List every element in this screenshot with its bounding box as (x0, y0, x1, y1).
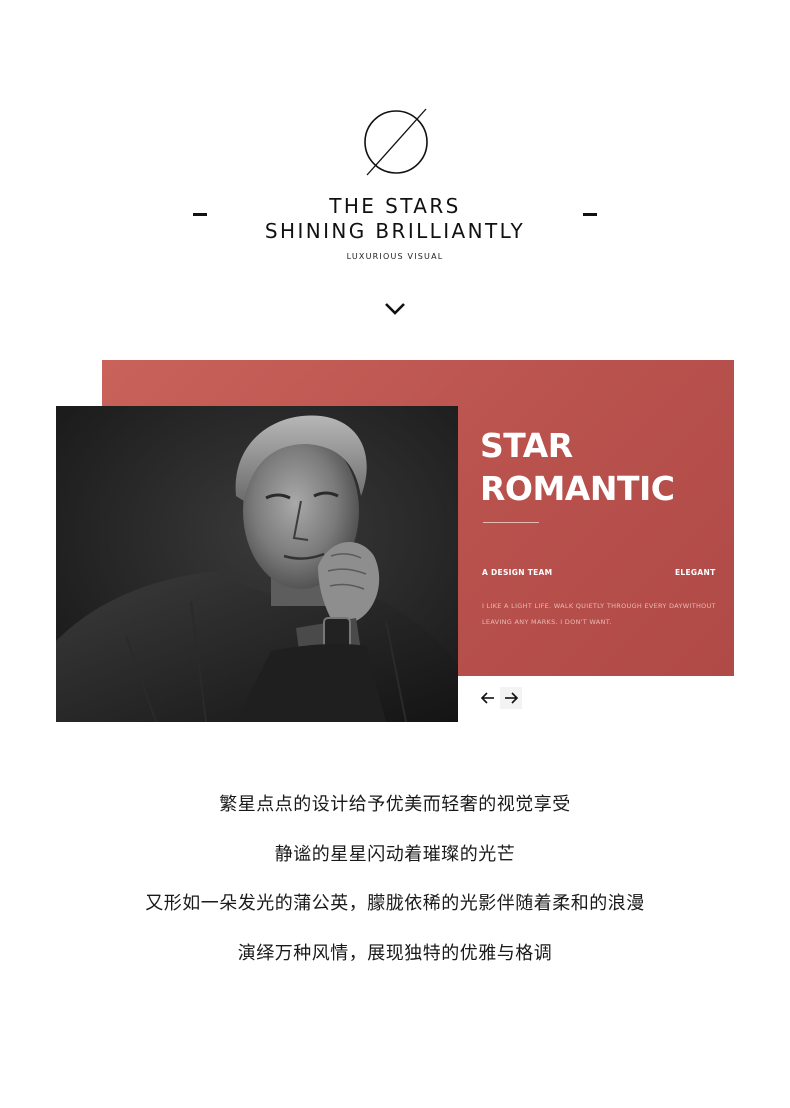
copy-line-2: 静谧的星星闪动着璀璨的光芒 (274, 844, 516, 865)
copy-line-1: 繁星点点的设计给予优美而轻奢的视觉享受 (219, 794, 571, 815)
headline-line-2: ROMANTIC (480, 469, 675, 508)
feature-description-line-1: I LIKE A LIGHT LIFE. WALK QUIETLY THROUG… (482, 602, 716, 610)
portrait-photo (56, 406, 458, 722)
next-button[interactable] (500, 687, 522, 709)
arrow-left-icon (480, 692, 494, 704)
page-title-line-2: SHINING BRILLIANTLY (264, 219, 526, 243)
page-subtitle: LUXURIOUS VISUAL (346, 252, 444, 261)
prev-button[interactable] (477, 687, 499, 709)
headline-line-1: STAR (480, 426, 573, 465)
arrow-right-icon (505, 692, 519, 704)
copy-line-4: 演绎万种风情，展现独特的优雅与格调 (237, 943, 553, 964)
tag-elegant: ELEGANT (675, 568, 716, 577)
feature-description: I LIKE A LIGHT LIFE. WALK QUIETLY THROUG… (482, 598, 718, 630)
chevron-down-icon[interactable] (383, 300, 407, 316)
circle-slash-logo-icon (364, 108, 428, 176)
tag-design-team: A DESIGN TEAM (482, 568, 553, 577)
headline-divider (483, 522, 539, 523)
page-title-line-1: THE STARS (329, 194, 461, 218)
copy-line-3: 又形如一朵发光的蒲公英，朦胧依稀的光影伴随着柔和的浪漫 (145, 893, 645, 914)
feature-description-line-2: LEAVING ANY MARKS. I DON'T WANT. (482, 618, 612, 626)
